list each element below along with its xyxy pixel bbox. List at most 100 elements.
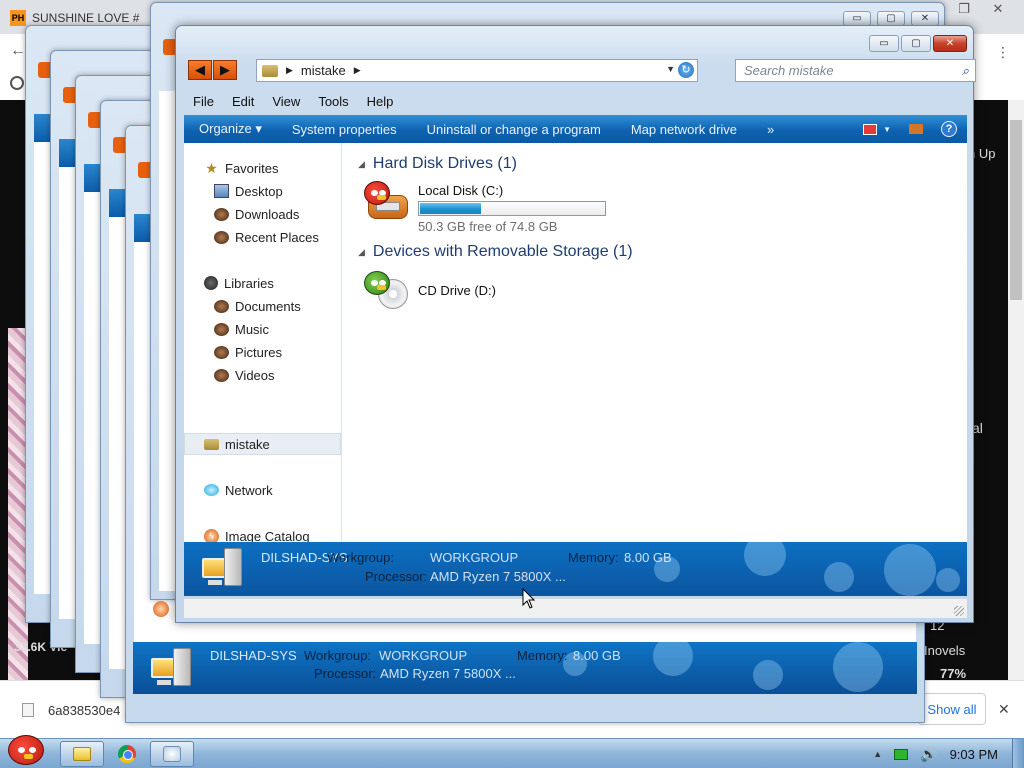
download-filename[interactable]: 6a838530e4: [48, 703, 120, 718]
menu-edit[interactable]: Edit: [223, 92, 263, 112]
menu-help[interactable]: Help: [358, 92, 403, 112]
explorer-body: ★ Favorites Desktop Downloads Recent Pla…: [184, 143, 967, 544]
nav-network[interactable]: Network: [184, 479, 341, 501]
show-hidden-icons-icon[interactable]: ▲: [873, 749, 882, 759]
ghost-close-button[interactable]: ✕: [911, 11, 939, 26]
processor-value: AMD Ryzen 7 5800X ...: [430, 569, 566, 584]
collapse-triangle-icon[interactable]: ◢: [358, 159, 365, 170]
nav-desktop[interactable]: Desktop: [184, 180, 341, 202]
downloads-icon: [214, 207, 229, 221]
back-button[interactable]: ◀: [188, 60, 212, 80]
ghost-processor-label: Processor:: [314, 666, 377, 681]
navigation-row: ◀ ▶ ▶ mistake ▶ ▼ ↻ Search mistake ⌕: [186, 59, 976, 83]
ghost-workgroup-label: Workgroup:: [304, 648, 371, 663]
nav-recent-places[interactable]: Recent Places: [184, 226, 341, 248]
help-button[interactable]: ?: [941, 121, 957, 137]
taskbar-explorer-button[interactable]: [60, 741, 104, 767]
nav-computer[interactable]: mistake: [184, 433, 341, 455]
close-button[interactable]: ✕: [933, 35, 967, 52]
address-dropdown-icon[interactable]: ▼: [666, 64, 675, 74]
forward-button[interactable]: ▶: [213, 60, 237, 80]
map-network-drive-button[interactable]: Map network drive: [616, 122, 752, 137]
workgroup-value: WORKGROUP: [430, 550, 519, 565]
videos-icon: [214, 368, 229, 382]
command-bar: Organize ▾ System properties Uninstall o…: [184, 115, 967, 143]
preview-pane-icon[interactable]: [909, 124, 923, 134]
scrollbar-thumb[interactable]: [1010, 120, 1022, 300]
nav-favorites[interactable]: ★ Favorites: [184, 157, 341, 179]
change-view-icon[interactable]: [863, 123, 878, 135]
resize-grip-icon[interactable]: [954, 606, 964, 616]
ghost-maximize-button[interactable]: ▢: [877, 11, 905, 26]
menu-file[interactable]: File: [184, 92, 223, 112]
browser-scrollbar[interactable]: [1008, 100, 1024, 680]
search-input[interactable]: Search mistake ⌕: [735, 59, 976, 82]
nav-videos[interactable]: Videos: [184, 364, 341, 386]
refresh-button[interactable]: ↻: [678, 62, 694, 78]
show-desktop-button[interactable]: [1012, 739, 1024, 768]
browser-restore-button[interactable]: ❐: [948, 0, 980, 18]
nav-libraries-label: Libraries: [224, 275, 274, 291]
start-button[interactable]: [2, 731, 50, 768]
clock-time[interactable]: 9:03 PM: [950, 747, 998, 762]
bokeh-decoration: [884, 544, 936, 596]
maximize-button[interactable]: ▢: [901, 35, 931, 52]
pictures-icon: [214, 345, 229, 359]
browser-close-button[interactable]: ✕: [982, 0, 1014, 18]
uninstall-program-button[interactable]: Uninstall or change a program: [412, 122, 616, 137]
profile-icon[interactable]: [10, 76, 24, 90]
search-icon[interactable]: ⌕: [962, 63, 969, 79]
content-pane: ◢ Hard Disk Drives (1) Local Disk (C:) 5…: [350, 143, 967, 542]
ghost-minimize-button[interactable]: ▭: [843, 11, 871, 26]
processor-label: Processor:: [365, 569, 428, 584]
breadcrumb-arrow-icon[interactable]: ▶: [354, 65, 361, 76]
browser-menu-icon[interactable]: ⋮: [996, 44, 1010, 61]
nav-music[interactable]: Music: [184, 318, 341, 340]
more-commands-button[interactable]: »: [752, 122, 789, 137]
menu-tools[interactable]: Tools: [309, 92, 357, 112]
volume-icon[interactable]: 🔊: [920, 746, 937, 763]
drive-c-name: Local Disk (C:): [418, 183, 504, 198]
nav-documents[interactable]: Documents: [184, 295, 341, 317]
window-caption-buttons: ▭ ▢ ✕: [869, 35, 967, 52]
nav-desktop-label: Desktop: [235, 183, 283, 199]
drive-c[interactable]: Local Disk (C:) 50.3 GB free of 74.8 GB: [364, 181, 606, 234]
address-bar[interactable]: ▶ mistake ▶ ▼ ↻: [256, 59, 698, 82]
taskbar-chrome-button[interactable]: [105, 741, 149, 767]
taskbar: ▲ 🔊 9:03 PM: [0, 735, 1024, 768]
view-dropdown-icon[interactable]: ▼: [883, 125, 891, 134]
back-arrow-icon[interactable]: ←: [10, 42, 26, 60]
nav-music-label: Music: [235, 321, 269, 337]
system-properties-button[interactable]: System properties: [277, 122, 412, 137]
minimize-button[interactable]: ▭: [869, 35, 899, 52]
nav-libraries[interactable]: Libraries: [184, 272, 341, 294]
nav-documents-label: Documents: [235, 298, 301, 314]
nav-downloads[interactable]: Downloads: [184, 203, 341, 225]
documents-icon: [214, 299, 229, 313]
desktop-icon: [214, 184, 229, 198]
ghost-computer-name: DILSHAD-SYS: [210, 648, 297, 663]
music-icon: [214, 322, 229, 336]
memory-label: Memory:: [568, 550, 619, 565]
nav-pictures-label: Pictures: [235, 344, 282, 360]
group-hard-disk-drives[interactable]: ◢ Hard Disk Drives (1): [358, 155, 517, 173]
bokeh-decoration: [936, 568, 960, 592]
menu-view[interactable]: View: [263, 92, 309, 112]
organize-button[interactable]: Organize ▾: [184, 121, 277, 137]
battery-icon[interactable]: [894, 748, 909, 760]
breadcrumb-computer[interactable]: mistake: [301, 63, 346, 78]
group-removable-storage[interactable]: ◢ Devices with Removable Storage (1): [358, 243, 633, 261]
collapse-triangle-icon[interactable]: ◢: [358, 247, 365, 258]
drive-d[interactable]: CD Drive (D:): [364, 271, 496, 313]
breadcrumb-arrow-icon[interactable]: ▶: [286, 65, 293, 76]
cd-drive-icon: [364, 271, 410, 313]
ghost-memory-value: 8.00 GB: [573, 648, 621, 663]
show-all-button[interactable]: Show all: [918, 693, 986, 725]
nav-pictures[interactable]: Pictures: [184, 341, 341, 363]
side-novels: Inovels: [924, 643, 966, 658]
star-icon: ★: [205, 159, 218, 176]
taskbar-computer-button[interactable]: [150, 741, 194, 767]
drive-c-free-space: 50.3 GB free of 74.8 GB: [418, 219, 558, 234]
browser-tab-title: SUNSHINE LOVE #: [32, 11, 140, 25]
download-close-button[interactable]: ✕: [998, 701, 1010, 718]
